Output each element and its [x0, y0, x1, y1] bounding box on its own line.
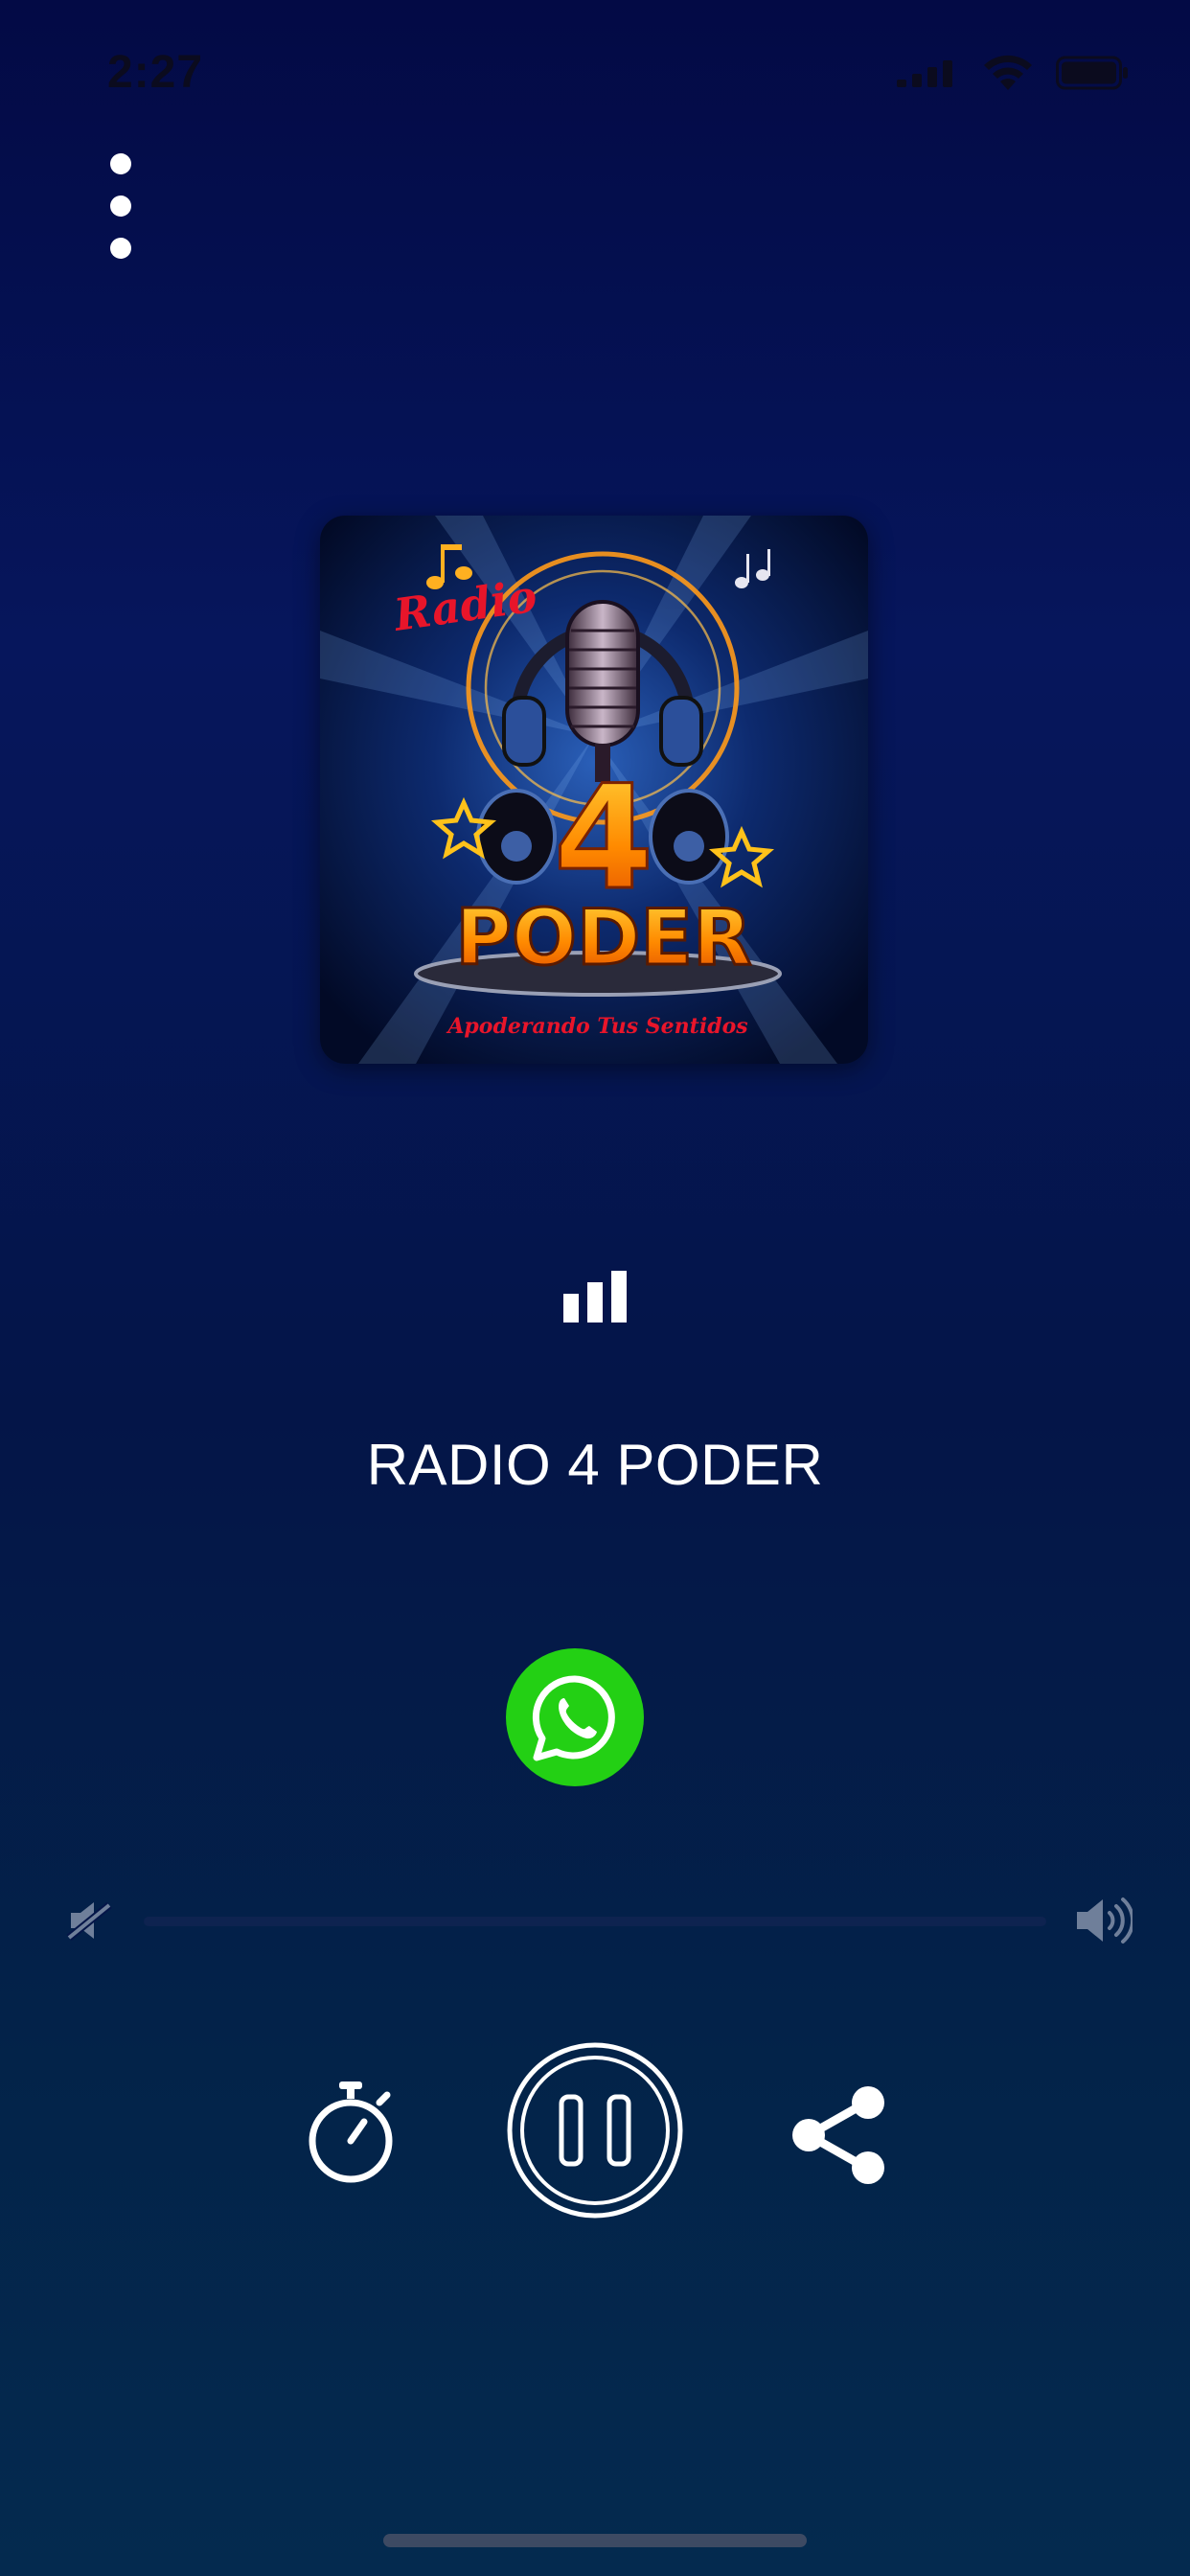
volume-slider[interactable] — [144, 1917, 1046, 1926]
status-icons — [897, 54, 1129, 92]
share-icon — [792, 2086, 884, 2184]
home-indicator[interactable] — [383, 2534, 807, 2547]
more-vertical-icon-dot — [110, 238, 131, 259]
equalizer-bars-icon — [563, 1271, 627, 1322]
more-vertical-icon — [110, 153, 131, 174]
more-options-button[interactable] — [92, 153, 149, 259]
cellular-signal-icon — [897, 60, 952, 87]
volume-mute-icon[interactable] — [65, 1898, 115, 1944]
whatsapp-button[interactable] — [506, 1648, 644, 1786]
volume-high-icon[interactable] — [1073, 1894, 1133, 1947]
station-artwork: Radio 4 PODER Apoderando Tus Sentidos — [320, 516, 868, 1064]
playback-controls — [0, 2041, 1190, 2223]
volume-control — [57, 1890, 1133, 1953]
stopwatch-icon — [309, 2082, 393, 2183]
status-bar: 2:27 — [0, 0, 1190, 144]
whatsapp-icon — [532, 1675, 615, 1761]
share-button[interactable] — [790, 2085, 889, 2185]
radio-player-screen: 2:27 Radio 4 PODER Apoderando Tus Sentid… — [0, 0, 1190, 2576]
station-logo: Radio 4 PODER Apoderando Tus Sentidos — [320, 516, 868, 1064]
wifi-icon — [984, 55, 1032, 90]
status-time: 2:27 — [107, 47, 204, 98]
logo-tagline-text: Apoderando Tus Sentidos — [446, 1014, 747, 1039]
pause-button[interactable] — [506, 2041, 684, 2220]
battery-icon — [1056, 56, 1128, 90]
sleep-timer-button[interactable] — [305, 2080, 397, 2187]
station-name: RADIO 4 PODER — [366, 1433, 824, 1497]
pause-icon — [559, 2094, 631, 2167]
more-vertical-icon-dot — [110, 196, 131, 217]
logo-name-text: PODER — [455, 893, 751, 982]
